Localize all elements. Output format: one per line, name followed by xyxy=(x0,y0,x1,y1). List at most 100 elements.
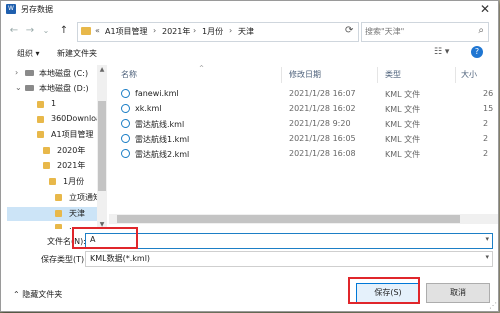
file-row[interactable]: 雷达航线1.kml 2021/1/28 16:05 KML 文件 2 xyxy=(109,132,498,147)
expand-chevron-icon[interactable]: › xyxy=(15,68,18,77)
search-icon[interactable]: ⌕ xyxy=(478,25,484,36)
chevron-down-icon[interactable]: ▾ xyxy=(485,235,489,243)
breadcrumb-separator: › xyxy=(193,26,197,35)
folder-icon xyxy=(81,27,91,35)
folder-icon xyxy=(37,116,44,123)
column-divider[interactable] xyxy=(455,67,456,83)
file-row[interactable]: xk.kml 2021/1/28 16:02 KML 文件 15 xyxy=(109,102,498,117)
back-arrow-icon[interactable]: ← xyxy=(7,23,21,39)
tree-item-label: 1 xyxy=(51,99,57,108)
folder-icon xyxy=(37,101,44,108)
file-date: 2021/1/28 9:20 xyxy=(289,119,351,128)
file-type: KML 文件 xyxy=(385,120,421,129)
window-title: 另存数据 xyxy=(21,5,53,14)
breadcrumb-a1[interactable]: A1项目管理 xyxy=(105,26,148,37)
search-placeholder: 搜索"天津" xyxy=(365,27,405,36)
tree-item-label: 本地磁盘 (D:) xyxy=(39,84,89,93)
file-size: 2 xyxy=(483,149,489,158)
column-header-date[interactable]: 修改日期 xyxy=(289,69,321,80)
column-header-type[interactable]: 类型 xyxy=(385,69,401,80)
column-header-name[interactable]: 名称 xyxy=(121,69,137,80)
file-date: 2021/1/28 16:02 xyxy=(289,104,356,113)
folder-icon xyxy=(43,147,50,154)
breadcrumb-overflow[interactable]: « xyxy=(95,26,100,35)
file-size: 26 xyxy=(483,89,494,98)
kml-file-icon xyxy=(121,134,130,143)
folder-icon xyxy=(55,194,62,201)
breadcrumb-separator: › xyxy=(229,26,233,35)
annotation-highlight-filename xyxy=(72,227,138,249)
file-name: 雷达航线2.kml xyxy=(135,150,190,159)
new-folder-button[interactable]: 新建文件夹 xyxy=(57,48,97,59)
search-box[interactable]: 搜索"天津" ⌕ xyxy=(361,22,489,42)
file-size: 2 xyxy=(483,119,489,128)
up-folder-icon[interactable]: ↑ xyxy=(57,23,71,39)
tree-item-label: 天津 xyxy=(69,209,85,218)
file-row[interactable]: 雷达航线2.kml 2021/1/28 16:08 KML 文件 2 xyxy=(109,147,498,162)
kml-file-icon xyxy=(121,119,130,128)
folder-icon xyxy=(43,162,50,169)
file-date: 2021/1/28 16:07 xyxy=(289,89,356,98)
save-as-dialog: W 另存数据 ✕ ← → ⌄ ↑ « A1项目管理 › 2021年 › 1月份 … xyxy=(0,0,499,312)
file-row[interactable]: 雷达航线.kml 2021/1/28 9:20 KML 文件 2 xyxy=(109,117,498,132)
sort-ascending-icon: ^ xyxy=(199,65,205,72)
file-type: KML 文件 xyxy=(385,90,421,99)
scrollbar-thumb[interactable] xyxy=(117,215,460,223)
file-type: KML 文件 xyxy=(385,135,421,144)
view-options-icon[interactable]: ☷ ▾ xyxy=(434,47,449,57)
file-list: ^ 名称 修改日期 类型 大小 fanewi.kml 2021/1/28 16:… xyxy=(109,65,498,213)
file-list-horizontal-scrollbar[interactable] xyxy=(109,214,498,224)
kml-file-icon xyxy=(121,149,130,158)
kml-file-icon xyxy=(121,104,130,113)
breadcrumb-2021[interactable]: 2021年 xyxy=(162,26,190,37)
tree-item-label: 立项通知 xyxy=(69,193,97,202)
resize-grip-icon[interactable]: ⋰ xyxy=(489,301,497,310)
hide-folders-toggle[interactable]: ⌃ 隐藏文件夹 xyxy=(13,289,62,300)
file-name: fanewi.kml xyxy=(135,89,179,98)
file-name: 雷达航线.kml xyxy=(135,120,185,129)
file-row[interactable]: fanewi.kml 2021/1/28 16:07 KML 文件 26 xyxy=(109,87,498,102)
file-type: KML 文件 xyxy=(385,150,421,159)
chevron-down-icon[interactable]: ▾ xyxy=(485,253,489,261)
file-date: 2021/1/28 16:05 xyxy=(289,134,356,143)
collapse-chevron-icon[interactable]: ⌄ xyxy=(15,83,22,92)
navigation-pane-scrollbar[interactable]: ▲ ▼ xyxy=(97,65,107,229)
toolbar: 组织 ▾ 新建文件夹 ☷ ▾ ? xyxy=(1,45,498,63)
column-header-size[interactable]: 大小 xyxy=(461,69,477,80)
navigation-pane: › 本地磁盘 (C:) ⌄ 本地磁盘 (D:) 1 360Download A1… xyxy=(7,65,97,229)
filetype-value: KML数据(*.kml) xyxy=(90,254,151,263)
scrollbar-thumb[interactable] xyxy=(98,101,106,191)
breadcrumb-tianjin[interactable]: 天津 xyxy=(238,26,254,37)
file-name: xk.kml xyxy=(135,104,162,113)
column-divider[interactable] xyxy=(377,67,378,83)
file-name: 雷达航线1.kml xyxy=(135,135,190,144)
tree-item-label: 2021年 xyxy=(57,161,86,170)
filetype-select[interactable]: KML数据(*.kml) ▾ xyxy=(85,251,493,267)
tree-item-label: 360Download xyxy=(51,114,97,123)
forward-arrow-icon[interactable]: → xyxy=(23,23,37,39)
folder-icon xyxy=(49,178,56,185)
column-divider[interactable] xyxy=(281,67,282,83)
tree-item-label: 本地磁盘 (C:) xyxy=(39,69,89,78)
hide-folders-label: 隐藏文件夹 xyxy=(22,290,63,299)
cancel-button[interactable]: 取消 xyxy=(426,283,490,303)
scroll-up-arrow-icon[interactable]: ▲ xyxy=(97,66,107,73)
filename-input[interactable]: A ▾ xyxy=(85,233,493,249)
folder-icon xyxy=(55,210,62,217)
help-icon[interactable]: ? xyxy=(471,46,483,58)
recent-locations-chevron-icon[interactable]: ⌄ xyxy=(39,23,53,39)
annotation-highlight-save xyxy=(348,277,420,304)
chevron-up-icon: ⌃ xyxy=(13,290,23,299)
close-icon[interactable]: ✕ xyxy=(480,1,490,17)
breadcrumb-separator: › xyxy=(153,26,157,35)
refresh-icon[interactable]: ⟳ xyxy=(345,25,353,36)
organize-menu-button[interactable]: 组织 ▾ xyxy=(17,48,40,59)
address-bar[interactable]: « A1项目管理 › 2021年 › 1月份 › 天津 ⌄ xyxy=(77,22,414,42)
tree-item-label: 1月份 xyxy=(63,177,85,186)
title-bar[interactable]: W 另存数据 ✕ xyxy=(1,1,498,17)
drive-icon xyxy=(25,70,34,76)
filetype-label: 保存类型(T): xyxy=(41,255,87,264)
breadcrumb-jan[interactable]: 1月份 xyxy=(202,26,223,37)
file-size: 2 xyxy=(483,134,489,143)
kml-file-icon xyxy=(121,89,130,98)
